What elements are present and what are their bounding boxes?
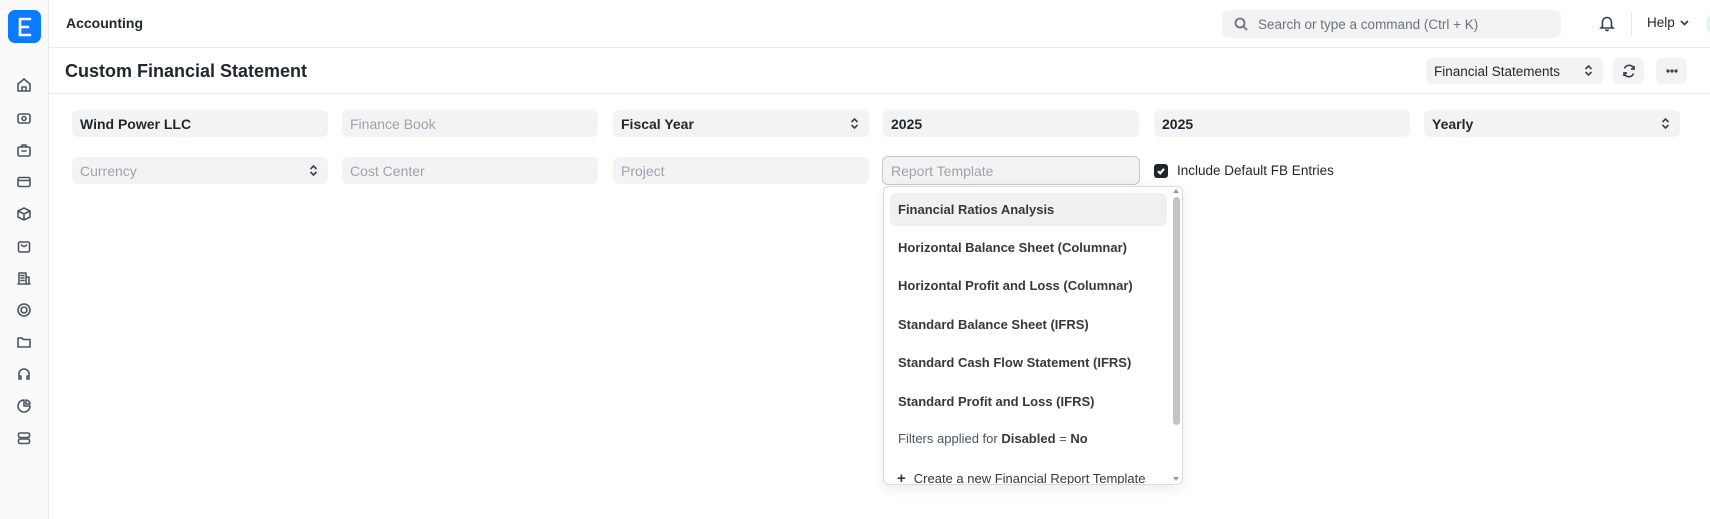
- headset-icon[interactable]: [14, 364, 34, 384]
- report-template-dropdown: Financial Ratios Analysis Horizontal Bal…: [883, 186, 1183, 485]
- finance-book-placeholder: Finance Book: [350, 115, 436, 132]
- folder-icon[interactable]: [14, 332, 34, 352]
- finance-book-field[interactable]: Finance Book: [342, 110, 598, 137]
- include-default-fb-label: Include Default FB Entries: [1177, 163, 1334, 178]
- bag-icon[interactable]: [14, 236, 34, 256]
- project-field[interactable]: Project: [613, 157, 869, 184]
- currency-placeholder: Currency: [80, 162, 137, 179]
- sidebar: [0, 0, 49, 519]
- card-icon[interactable]: [14, 172, 34, 192]
- select-caret-icon: [850, 117, 859, 133]
- server-icon[interactable]: [14, 428, 34, 448]
- create-template-link[interactable]: + Create a new Financial Report Template: [897, 470, 1146, 485]
- dropdown-option[interactable]: Financial Ratios Analysis: [890, 193, 1167, 226]
- from-year-value: 2025: [891, 115, 923, 132]
- accounting-icon[interactable]: [14, 108, 34, 128]
- filter-field: Disabled: [1001, 431, 1056, 446]
- more-icon: [1665, 69, 1678, 73]
- search-input[interactable]: Search or type a command (Ctrl + K): [1222, 10, 1561, 38]
- dropdown-option[interactable]: Standard Profit and Loss (IFRS): [890, 385, 1167, 418]
- checkbox-checked[interactable]: [1154, 163, 1168, 178]
- scroll-down-arrow[interactable]: [1173, 477, 1179, 481]
- view-select-value: Financial Statements: [1434, 63, 1561, 79]
- page-title: Custom Financial Statement: [65, 61, 308, 81]
- check-icon: [1157, 167, 1165, 175]
- company-field[interactable]: Wind Power LLC: [72, 110, 328, 137]
- chevron-down-icon: [1680, 20, 1689, 26]
- report-template-placeholder: Report Template: [891, 162, 994, 179]
- view-select[interactable]: Financial Statements: [1426, 58, 1603, 84]
- refresh-icon: [1622, 64, 1635, 78]
- more-button[interactable]: [1656, 58, 1687, 84]
- target-icon[interactable]: [14, 300, 34, 320]
- bell-icon[interactable]: [1598, 14, 1618, 34]
- home-icon[interactable]: [14, 75, 34, 95]
- filter-value: No: [1070, 431, 1088, 446]
- box-icon[interactable]: [14, 204, 34, 224]
- select-caret-icon: [1584, 64, 1593, 80]
- app-title[interactable]: Accounting: [66, 15, 143, 31]
- project-placeholder: Project: [621, 162, 665, 179]
- search-icon: [1234, 17, 1248, 31]
- to-year-value: 2025: [1162, 115, 1194, 132]
- divider: [1631, 12, 1632, 36]
- scrollbar-thumb[interactable]: [1173, 197, 1180, 425]
- period-type-select[interactable]: Fiscal Year: [613, 110, 869, 137]
- dropdown-option[interactable]: Horizontal Balance Sheet (Columnar): [890, 231, 1167, 264]
- help-menu[interactable]: Help: [1647, 15, 1690, 30]
- filter-prefix: Filters applied for: [898, 431, 998, 446]
- filter-operator: =: [1059, 431, 1067, 446]
- currency-select[interactable]: Currency: [72, 157, 328, 184]
- select-caret-icon: [1661, 117, 1670, 133]
- app-logo[interactable]: [8, 10, 41, 43]
- plus-icon: +: [897, 470, 906, 485]
- to-year-field[interactable]: 2025: [1154, 110, 1410, 137]
- building-icon[interactable]: [14, 268, 34, 288]
- avatar[interactable]: A: [1706, 10, 1710, 38]
- report-template-input[interactable]: Report Template: [882, 156, 1140, 185]
- help-label: Help: [1647, 15, 1675, 30]
- select-caret-icon: [309, 164, 318, 180]
- cost-center-field[interactable]: Cost Center: [342, 157, 598, 184]
- periodicity-select[interactable]: Yearly: [1424, 110, 1680, 137]
- company-value: Wind Power LLC: [80, 115, 192, 132]
- search-placeholder: Search or type a command (Ctrl + K): [1258, 16, 1479, 32]
- refresh-button[interactable]: [1613, 58, 1644, 84]
- from-year-field[interactable]: 2025: [883, 110, 1139, 137]
- cost-center-placeholder: Cost Center: [350, 162, 425, 179]
- period-type-value: Fiscal Year: [621, 115, 694, 132]
- topbar: Accounting Search or type a command (Ctr…: [49, 0, 1710, 48]
- header-divider: [49, 93, 1710, 94]
- dropdown-option[interactable]: Horizontal Profit and Loss (Columnar): [890, 269, 1167, 302]
- periodicity-value: Yearly: [1432, 115, 1474, 132]
- scroll-up-arrow[interactable]: [1173, 189, 1179, 193]
- include-default-fb-checkbox[interactable]: Include Default FB Entries: [1154, 163, 1334, 178]
- chart-icon[interactable]: [14, 396, 34, 416]
- briefcase-icon[interactable]: [14, 140, 34, 160]
- dropdown-option[interactable]: Standard Cash Flow Statement (IFRS): [890, 346, 1167, 379]
- create-template-label: Create a new Financial Report Template: [913, 471, 1146, 485]
- dropdown-option[interactable]: Standard Balance Sheet (IFRS): [890, 308, 1167, 341]
- logo-e-icon: [18, 17, 31, 36]
- filter-description: Filters applied for Disabled = No: [898, 431, 1088, 446]
